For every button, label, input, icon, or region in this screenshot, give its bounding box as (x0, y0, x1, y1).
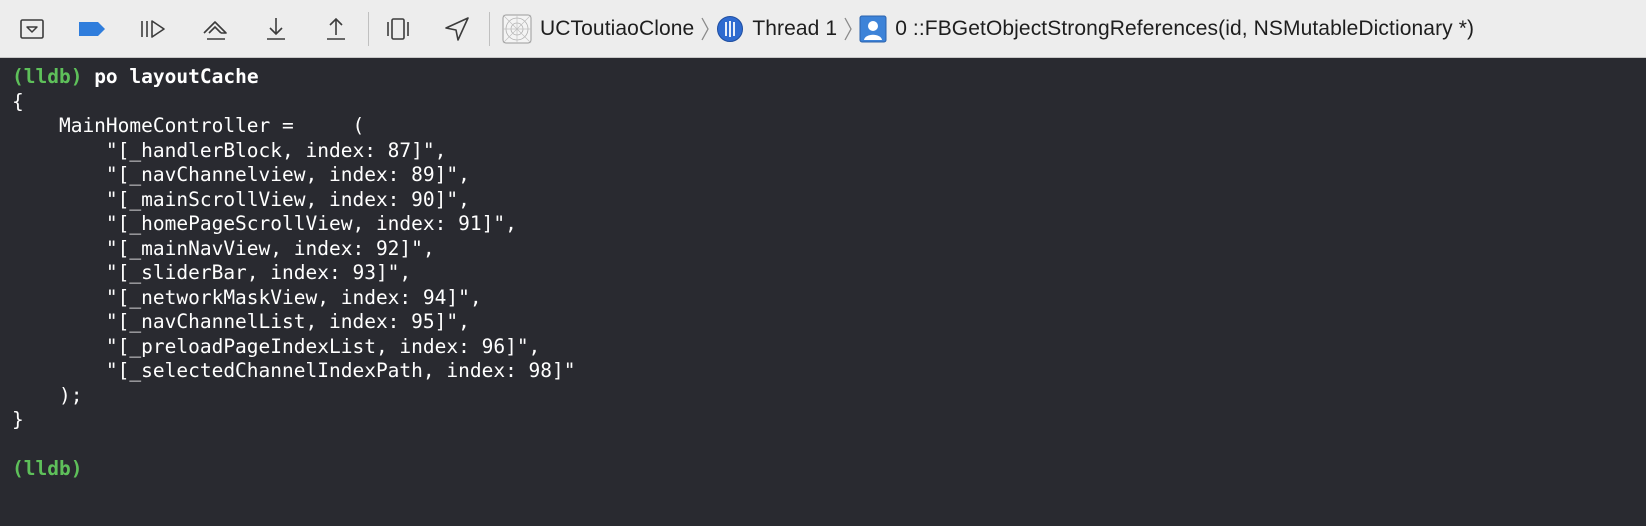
debug-view-hierarchy-icon (387, 18, 409, 40)
breadcrumb-stack-frame-label: 0 ::FBGetObjectStrongReferences(id, NSMu… (895, 17, 1475, 40)
step-out-icon (327, 17, 345, 40)
lldb-prompt: (lldb) (12, 65, 83, 88)
console-output-line: "[_homePageScrollView, index: 91]", (12, 212, 517, 235)
step-out-button[interactable] (320, 13, 352, 45)
breadcrumb-stack-frame[interactable]: 0 ::FBGetObjectStrongReferences(id, NSMu… (859, 0, 1474, 58)
console-output-line: "[_sliderBar, index: 93]", (12, 261, 412, 284)
console-input-line[interactable]: (lldb) (12, 457, 1646, 482)
console-command: po layoutCache (82, 65, 259, 88)
toolbar-separator (489, 12, 490, 46)
breadcrumb-thread[interactable]: Thread 1 (716, 0, 837, 58)
console-output-line: ); (12, 383, 83, 407)
console-scrollbar[interactable] (1632, 58, 1646, 526)
console-output-line: "[_navChannelview, index: 89]", (12, 163, 470, 186)
simulate-location-icon (445, 17, 469, 41)
chevron-right-icon (700, 15, 710, 43)
breadcrumb-target[interactable]: UCToutiaoClone (502, 0, 694, 58)
console-output-line: "[_mainScrollView, index: 90]", (12, 187, 470, 211)
lldb-prompt: (lldb) (12, 457, 83, 480)
breadcrumb: UCToutiaoClone Thread 1 0::FBGetObjectS… (502, 0, 1474, 58)
console-output-line: { (12, 89, 24, 113)
continue-button[interactable] (137, 13, 169, 45)
console-output-line: "[_mainNavView, index: 92]", (12, 236, 435, 260)
continue-execution-icon (141, 20, 165, 38)
debug-view-hierarchy-button[interactable] (382, 13, 414, 45)
chevron-right-icon (843, 15, 853, 43)
hide-debug-area-button[interactable] (16, 13, 48, 45)
console-command-line: (lldb) po layoutCache (12, 65, 1646, 90)
thread-icon (716, 15, 744, 43)
console-output-line: "[_networkMaskView, index: 94]", (12, 285, 482, 309)
breadcrumb-thread-label: Thread 1 (752, 17, 838, 40)
toolbar-separator (368, 12, 369, 46)
breadcrumb-target-label: UCToutiaoClone (540, 17, 695, 40)
console-output: { MainHomeController = ( "[_handlerBlock… (12, 90, 1646, 433)
lldb-console[interactable]: (lldb) po layoutCache { MainHomeControll… (0, 58, 1646, 526)
stack-frame-icon (859, 15, 887, 43)
step-over-button[interactable] (199, 13, 231, 45)
console-output-line: "[_navChannelList, index: 95]", (12, 310, 470, 333)
console-output-line: "[_selectedChannelIndexPath, index: 98]" (12, 359, 576, 382)
simulate-location-button[interactable] (441, 13, 473, 45)
console-output-line: "[_preloadPageIndexList, index: 96]", (12, 334, 541, 358)
console-output-line: } (12, 408, 24, 431)
app-target-icon (502, 14, 532, 44)
console-output-line: "[_handlerBlock, index: 87]", (12, 138, 447, 162)
console-output-line: MainHomeController = ( (12, 114, 365, 137)
step-into-icon (267, 18, 285, 40)
breakpoints-toggle-button[interactable] (76, 13, 108, 45)
hide-debug-area-icon (20, 19, 44, 39)
step-over-icon (203, 21, 227, 40)
breakpoints-toggle-icon (79, 22, 105, 36)
step-into-button[interactable] (260, 13, 292, 45)
debug-toolbar: UCToutiaoClone Thread 1 0::FBGetObjectS… (0, 0, 1646, 58)
